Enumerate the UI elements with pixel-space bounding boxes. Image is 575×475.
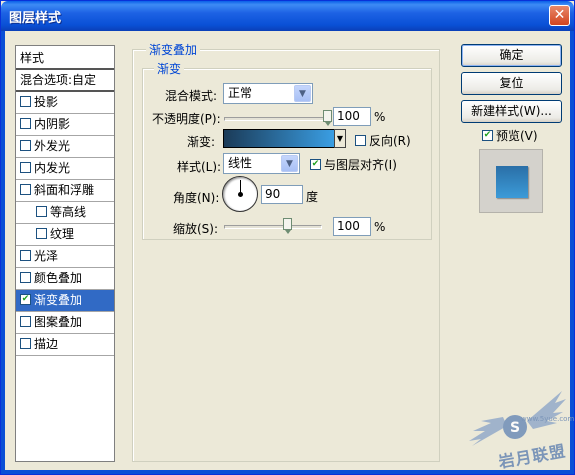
style-item-checkbox[interactable] [20, 294, 31, 305]
window-frame-right [570, 31, 574, 474]
style-item-checkbox[interactable] [20, 338, 31, 349]
blend-options-label: 混合选项:自定 [20, 73, 97, 87]
angle-dial-center [238, 192, 243, 197]
style-item-label: 渐变叠加 [34, 293, 83, 307]
style-item-label: 光泽 [34, 249, 59, 263]
style-item[interactable]: 光泽 [16, 246, 114, 268]
gradient-swatch[interactable] [223, 129, 335, 148]
reverse-checkbox[interactable] [355, 135, 366, 146]
opacity-unit: % [374, 110, 386, 124]
style-item-checkbox[interactable] [20, 272, 31, 283]
blend-mode-select[interactable]: 正常 ▼ [223, 83, 313, 104]
align-layer-checkbox-wrap[interactable]: 与图层对齐(I) [310, 156, 397, 173]
style-item-checkbox[interactable] [20, 250, 31, 261]
align-layer-label: 与图层对齐(I) [324, 158, 397, 172]
style-item-label: 描边 [34, 337, 59, 351]
angle-label: 角度(N): [173, 191, 220, 205]
style-item[interactable]: 内阴影 [16, 114, 114, 136]
style-item-label: 图案叠加 [34, 315, 83, 329]
style-item-checkbox[interactable] [36, 228, 47, 239]
reverse-label: 反向(R) [369, 134, 411, 148]
reverse-checkbox-wrap[interactable]: 反向(R) [355, 132, 411, 149]
angle-input[interactable]: 90 [261, 185, 303, 204]
style-item-label: 颜色叠加 [34, 271, 83, 285]
style-item-checkbox[interactable] [20, 316, 31, 327]
scale-slider-thumb[interactable] [283, 218, 292, 234]
style-item-checkbox[interactable] [20, 162, 31, 173]
title-bar[interactable]: 图层样式 ✕ [1, 1, 574, 31]
blend-mode-value: 正常 [228, 86, 253, 100]
style-item[interactable]: 内发光 [16, 158, 114, 180]
scale-input[interactable]: 100 [333, 217, 371, 236]
style-item[interactable]: 斜面和浮雕 [16, 180, 114, 202]
style-label: 样式(L): [177, 160, 222, 174]
style-item-label: 投影 [34, 95, 59, 109]
style-item-label: 内阴影 [34, 117, 71, 131]
gradient-dropdown[interactable]: ▼ [334, 129, 346, 148]
style-item-checkbox[interactable] [20, 96, 31, 107]
window-title: 图层样式 [9, 11, 62, 26]
chevron-down-icon: ▼ [294, 85, 311, 102]
ok-button[interactable]: 确定 [461, 44, 562, 67]
style-list: 样式 混合选项:自定 投影内阴影外发光内发光斜面和浮雕等高线纹理光泽颜色叠加渐变… [15, 45, 115, 462]
gradient-overlay-title: 渐变叠加 [146, 41, 201, 58]
window-frame-left [1, 31, 5, 474]
styles-header-label: 样式 [20, 51, 45, 65]
preview-label: 预览(V) [496, 129, 538, 143]
style-item[interactable]: 投影 [16, 92, 114, 114]
close-icon: ✕ [553, 7, 566, 23]
style-item[interactable]: 纹理 [16, 224, 114, 246]
blend-options-item[interactable]: 混合选项:自定 [16, 70, 114, 92]
style-item-label: 纹理 [50, 227, 75, 241]
scale-unit: % [374, 220, 386, 234]
preview-checkbox-wrap[interactable]: 预览(V) [482, 127, 538, 144]
angle-dial[interactable] [222, 176, 258, 212]
style-item-label: 外发光 [34, 139, 71, 153]
preview-thumbnail [479, 149, 543, 213]
close-button[interactable]: ✕ [549, 5, 570, 26]
style-item[interactable]: 颜色叠加 [16, 268, 114, 290]
style-items: 投影内阴影外发光内发光斜面和浮雕等高线纹理光泽颜色叠加渐变叠加图案叠加描边 [16, 92, 114, 356]
angle-unit: 度 [306, 190, 319, 204]
style-item-checkbox[interactable] [20, 184, 31, 195]
style-item-checkbox[interactable] [20, 140, 31, 151]
style-item[interactable]: 描边 [16, 334, 114, 356]
opacity-value: 100 [337, 109, 360, 123]
styles-header[interactable]: 样式 [16, 46, 114, 70]
preview-swatch [496, 166, 528, 198]
svg-text:S: S [510, 420, 520, 436]
style-item[interactable]: 等高线 [16, 202, 114, 224]
scale-label: 缩放(S): [173, 222, 219, 236]
opacity-slider-track[interactable] [224, 117, 328, 121]
blend-mode-label: 混合模式: [165, 89, 218, 103]
style-select[interactable]: 线性 ▼ [223, 153, 300, 174]
scale-value: 100 [337, 219, 360, 233]
gradient-label: 渐变: [187, 135, 216, 149]
opacity-input[interactable]: 100 [333, 107, 371, 126]
layer-style-dialog: 图层样式 ✕ 样式 混合选项:自定 投影内阴影外发光内发光斜面和浮雕等高线纹理光… [0, 0, 575, 475]
style-value: 线性 [228, 156, 253, 170]
style-item-label: 斜面和浮雕 [34, 183, 95, 197]
reset-button[interactable]: 复位 [461, 72, 562, 95]
opacity-label: 不透明度(P): [152, 112, 221, 126]
opacity-slider-thumb[interactable] [323, 110, 332, 126]
chevron-down-icon: ▼ [281, 155, 298, 172]
align-layer-checkbox[interactable] [310, 159, 321, 170]
style-item-label: 内发光 [34, 161, 71, 175]
chevron-down-icon: ▼ [336, 134, 344, 143]
style-item-checkbox[interactable] [36, 206, 47, 217]
new-style-button[interactable]: 新建样式(W)... [461, 100, 562, 123]
angle-value: 90 [265, 187, 281, 201]
style-item[interactable]: 图案叠加 [16, 312, 114, 334]
style-item[interactable]: 渐变叠加 [16, 290, 114, 312]
preview-checkbox[interactable] [482, 130, 493, 141]
scale-slider-track[interactable] [224, 225, 322, 229]
watermark-url: www.5yue.com [521, 415, 575, 423]
style-item[interactable]: 外发光 [16, 136, 114, 158]
style-item-checkbox[interactable] [20, 118, 31, 129]
gradient-group-title: 渐变 [154, 60, 185, 77]
style-item-label: 等高线 [50, 205, 87, 219]
